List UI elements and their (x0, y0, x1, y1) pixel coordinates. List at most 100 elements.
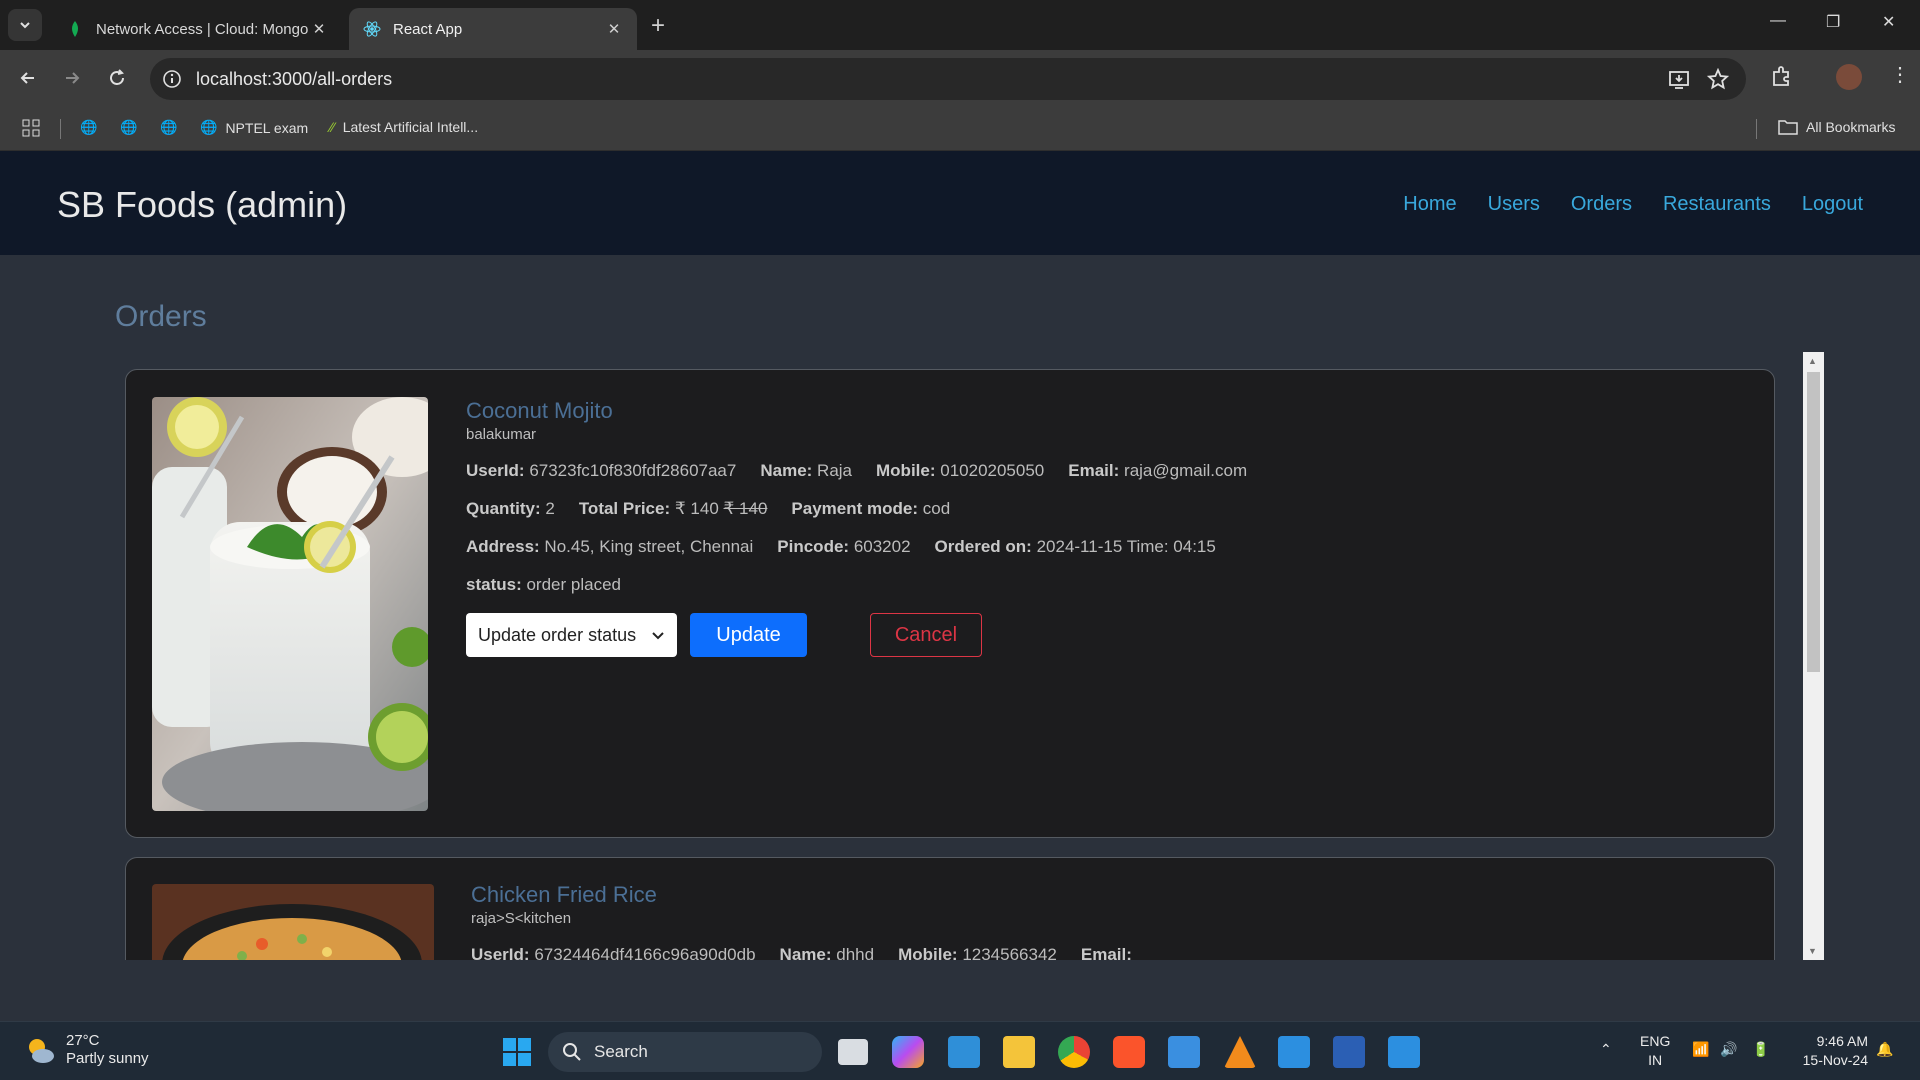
mobile-value: 1234566342 (962, 945, 1057, 960)
bookmark-3[interactable]: 🌐 (160, 119, 185, 136)
address-bar[interactable]: localhost:3000/all-orders (150, 58, 1746, 100)
address-row: Address: No.45, King street, Chennai Pin… (466, 537, 1666, 557)
order-card: Chicken Fried Rice raja>S<kitchen UserId… (125, 857, 1775, 960)
restore-icon[interactable]: ❐ (1826, 12, 1840, 32)
orders-scrollbar[interactable]: ▲ ▼ (1803, 352, 1824, 960)
order-actions: Update order status Update Cancel (466, 613, 1666, 657)
back-button[interactable] (14, 64, 42, 92)
nav-users[interactable]: Users (1488, 193, 1540, 216)
vlc-icon[interactable] (1224, 1036, 1256, 1068)
userid-label: UserId: (466, 461, 525, 480)
status-row: status: order placed (466, 575, 1666, 595)
minimize-icon[interactable]: — (1770, 12, 1786, 30)
chrome-icon[interactable] (1058, 1036, 1090, 1068)
mobile-label: Mobile: (876, 461, 936, 480)
battery-icon[interactable]: 🔋 (1752, 1040, 1769, 1059)
copilot-icon[interactable] (892, 1036, 924, 1068)
userid-label: UserId: (471, 945, 530, 960)
order-status-select[interactable]: Update order status (466, 613, 677, 657)
quantity-value: 2 (545, 499, 555, 518)
payment-value: cod (922, 499, 951, 518)
search-label: Search (594, 1042, 648, 1061)
brand-title[interactable]: SB Foods (admin) (57, 184, 347, 226)
new-tab-button[interactable]: + (651, 12, 665, 40)
bookmark-star-icon[interactable] (1706, 67, 1730, 95)
original-price: ₹ 140 (723, 499, 768, 518)
nav-logout[interactable]: Logout (1802, 193, 1863, 216)
bookmark-1[interactable]: 🌐 (80, 119, 105, 136)
close-window-icon[interactable]: ✕ (1882, 12, 1895, 32)
brave-icon[interactable] (1113, 1036, 1145, 1068)
reload-icon (110, 69, 124, 85)
scroll-down-icon[interactable]: ▼ (1808, 946, 1817, 956)
taskbar-search[interactable]: Search (548, 1032, 822, 1072)
notepad-icon[interactable] (1168, 1036, 1200, 1068)
browser-toolbar: localhost:3000/all-orders ⋮ (0, 50, 1920, 107)
page-title: Orders (115, 300, 207, 333)
update-button[interactable]: Update (690, 613, 807, 657)
reload-button[interactable] (103, 64, 131, 92)
all-bookmarks[interactable]: All Bookmarks (1778, 119, 1895, 135)
divider (60, 119, 61, 139)
windows-start-icon[interactable] (501, 1036, 533, 1068)
price-value: ₹ 140 (674, 499, 719, 518)
order-card: Coconut Mojito balakumar UserId: 67323fc… (125, 369, 1775, 838)
scroll-thumb[interactable] (1807, 372, 1820, 672)
nav-home[interactable]: Home (1403, 193, 1456, 216)
site-info-icon[interactable] (162, 69, 182, 94)
bookmark-ai[interactable]: ⁄⁄ Latest Artificial Intell... (330, 119, 478, 135)
install-app-icon[interactable] (1668, 68, 1690, 95)
profile-avatar[interactable] (1836, 64, 1862, 90)
address-value: No.45, King street, Chennai (544, 537, 754, 556)
ai-leaf-icon: ⁄⁄ (330, 119, 335, 135)
tab-network-access[interactable]: Network Access | Cloud: Mongo ✕ (52, 8, 342, 50)
vscode-icon[interactable] (1278, 1036, 1310, 1068)
status-label: status: (466, 575, 522, 594)
nav-orders[interactable]: Orders (1571, 193, 1632, 216)
weather-widget[interactable]: 27°C Partly sunny (24, 1032, 149, 1068)
react-icon (363, 20, 381, 38)
desktop-app-icon[interactable] (948, 1036, 980, 1068)
clock[interactable]: 9:46 AM 15-Nov-24 (1790, 1032, 1868, 1070)
forward-button[interactable] (58, 64, 86, 92)
food-image (152, 884, 434, 960)
tab-react-app[interactable]: React App ✕ (349, 8, 637, 50)
chevron-down-icon (652, 632, 664, 640)
name-label: Name: (760, 461, 813, 480)
bookmark-nptel[interactable]: 🌐 NPTEL exam (200, 119, 308, 136)
menu-icon[interactable]: ⋮ (1890, 62, 1910, 87)
select-value: Update order status (478, 624, 637, 645)
extensions-icon[interactable] (1770, 64, 1794, 93)
url-text: localhost:3000/all-orders (196, 69, 393, 89)
food-name: Chicken Fried Rice (471, 882, 657, 907)
vscode-icon[interactable] (1388, 1036, 1420, 1068)
volume-icon[interactable]: 🔊 (1720, 1040, 1737, 1059)
search-icon (563, 1043, 581, 1061)
close-tab-icon[interactable]: ✕ (605, 20, 623, 38)
tab-search-button[interactable] (8, 9, 42, 41)
language-indicator[interactable]: ENG IN (1640, 1032, 1670, 1070)
bookmark-2[interactable]: 🌐 (120, 119, 145, 136)
tab-title: Network Access | Cloud: Mongo (96, 20, 309, 38)
word-icon[interactable] (1333, 1036, 1365, 1068)
chevron-up-icon[interactable]: ⌃ (1600, 1040, 1612, 1059)
close-tab-icon[interactable]: ✕ (310, 20, 328, 38)
wifi-icon[interactable]: 📶 (1692, 1040, 1709, 1059)
file-explorer-icon[interactable] (1003, 1036, 1035, 1068)
user-info-row: UserId: 67323fc10f830fdf28607aa7 Name: R… (466, 461, 1666, 481)
globe-icon: 🌐 (160, 119, 178, 135)
restaurant-name: balakumar (466, 426, 537, 443)
globe-icon: 🌐 (120, 119, 138, 135)
userid-value: 67323fc10f830fdf28607aa7 (529, 461, 737, 480)
task-view-icon[interactable] (838, 1039, 868, 1065)
nav-restaurants[interactable]: Restaurants (1663, 193, 1771, 216)
name-value: Raja (817, 461, 853, 480)
temperature: 27°C (66, 1032, 100, 1049)
globe-icon: 🌐 (80, 119, 98, 135)
scroll-up-icon[interactable]: ▲ (1808, 356, 1817, 366)
arrow-left-icon (20, 72, 34, 84)
apps-grid-icon[interactable] (22, 119, 40, 137)
cancel-button[interactable]: Cancel (870, 613, 982, 657)
notification-bell-icon[interactable]: 🔔 (1876, 1040, 1893, 1059)
order-details: Chicken Fried Rice raja>S<kitchen UserId… (471, 882, 1671, 960)
